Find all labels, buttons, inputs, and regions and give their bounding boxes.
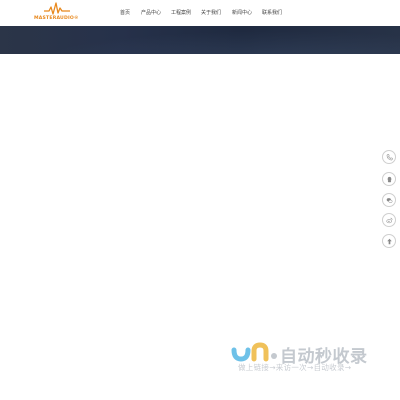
nav-item-products[interactable]: 产品中心: [141, 9, 161, 16]
wechat-icon: [386, 197, 392, 203]
nav-item-home[interactable]: 首页: [120, 9, 130, 16]
nav-item-about[interactable]: 关于我们: [201, 9, 221, 16]
main-nav: 首页 产品中心 工程案例 关于我们 新闻中心 联系我们: [0, 9, 400, 19]
hero-banner: [0, 26, 400, 54]
phone-icon: [386, 153, 393, 160]
back-to-top-icon: [386, 238, 392, 244]
weibo-icon: [385, 217, 392, 223]
weibo-button[interactable]: [382, 213, 396, 227]
watermark-logo-icon: [231, 342, 277, 362]
watermark-subtitle: 做上链接→来访一次→自动收录→: [238, 363, 352, 372]
nav-item-contact[interactable]: 联系我们: [262, 9, 282, 16]
nav-item-news[interactable]: 新闻中心: [232, 9, 252, 16]
back-to-top-button[interactable]: [382, 234, 396, 248]
wechat-button[interactable]: [382, 193, 396, 207]
phone-button[interactable]: [382, 150, 396, 164]
site-header: MASTERAUDIO® 首页 产品中心 工程案例 关于我们 新闻中心 联系我们: [0, 0, 400, 26]
qq-icon: [387, 176, 391, 182]
watermark: 自动秒收录 做上链接→来访一次→自动收录→: [228, 340, 388, 380]
qq-button[interactable]: [382, 172, 396, 186]
nav-item-cases[interactable]: 工程案例: [171, 9, 191, 16]
